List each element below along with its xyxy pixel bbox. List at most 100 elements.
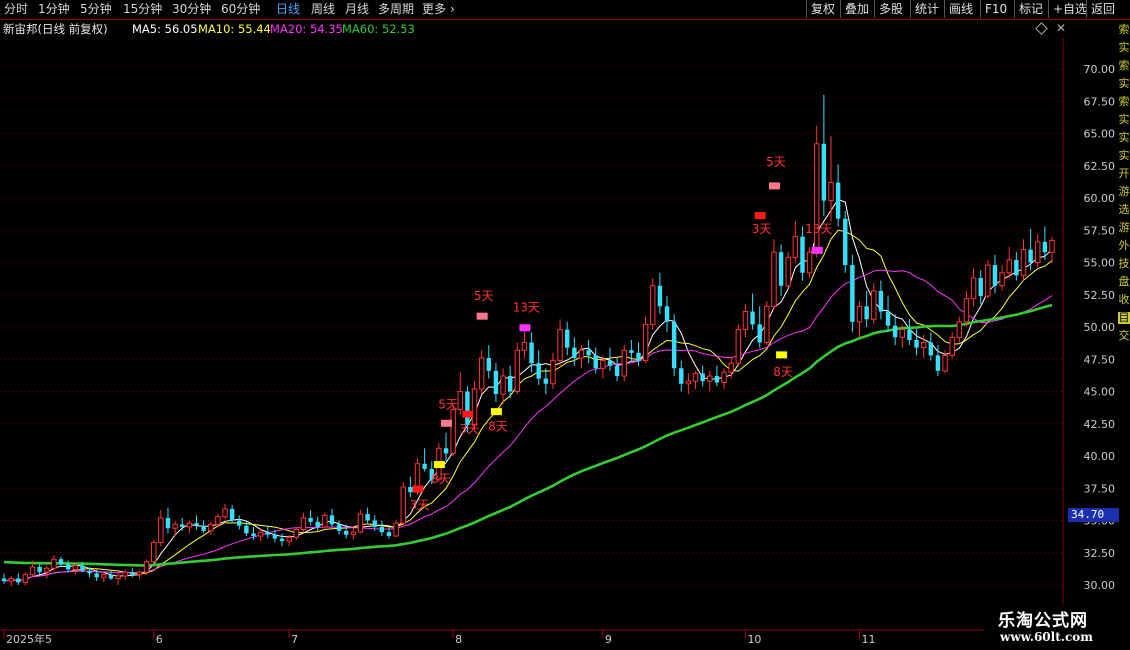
x-tick-label: 6 <box>156 633 163 646</box>
candle-body <box>350 531 357 536</box>
candle-body <box>237 520 242 526</box>
candle-body <box>928 342 934 356</box>
chevron-right-icon[interactable]: › <box>450 1 455 17</box>
period-tab-60min[interactable]: 60分钟 <box>221 1 260 17</box>
candle-body <box>835 182 841 219</box>
candle-body <box>1049 240 1055 253</box>
ma20-label: MA20: 54.35 <box>270 22 343 36</box>
candle-body <box>172 523 178 529</box>
restore-rights-button[interactable]: 复权 <box>806 0 839 18</box>
candle-body <box>500 375 506 395</box>
right-strip-char: 选 <box>1118 203 1130 216</box>
period-tab-15min[interactable]: 15分钟 <box>123 1 162 17</box>
candle-body <box>600 360 606 369</box>
candle-body <box>871 290 877 320</box>
f10-button[interactable]: F10 <box>980 0 1011 18</box>
candle-body <box>557 329 563 362</box>
candle-body <box>978 277 983 297</box>
signal-marker <box>441 419 453 427</box>
candle-body <box>914 339 919 348</box>
signal-marker <box>776 351 788 359</box>
candle-body <box>16 578 21 583</box>
candle-body <box>714 376 720 383</box>
candle-body <box>257 531 264 537</box>
right-strip-char: 索 <box>1118 59 1130 72</box>
back-button[interactable]: 返回 <box>1086 0 1119 18</box>
y-tick-label: 52.50 <box>1084 289 1116 302</box>
signal-label: 13天 <box>513 301 540 315</box>
y-tick-label: 47.50 <box>1084 353 1116 366</box>
candle-body <box>51 558 57 569</box>
period-toolbar: 分时 1分钟 5分钟 15分钟 30分钟 60分钟 日线 周线 月线 多周期 更… <box>0 0 1130 20</box>
candle-body <box>850 265 855 322</box>
candle-body <box>94 573 99 578</box>
candle-body <box>450 409 456 454</box>
candle-body <box>272 534 278 539</box>
multi-stock-button[interactable]: 多股 <box>874 0 907 18</box>
candle-body <box>315 521 320 527</box>
candle-body <box>800 236 805 273</box>
right-info-strip: 索实索实索实实实开游选游外技盘收目交 <box>1118 20 1130 620</box>
diamond-icon[interactable] <box>1035 22 1048 35</box>
candle-body <box>821 143 827 201</box>
candle-body <box>956 321 963 338</box>
period-tab-timeshare[interactable]: 分时 <box>4 1 28 17</box>
period-tab-1min[interactable]: 1分钟 <box>38 1 70 17</box>
candle-body <box>907 329 912 340</box>
signal-label: 8天 <box>431 472 451 486</box>
period-tab-daily[interactable]: 日线 <box>276 1 300 17</box>
right-strip-char: 实 <box>1118 41 1130 54</box>
period-tab-more[interactable]: 更多 <box>422 1 446 17</box>
period-tab-30min[interactable]: 30分钟 <box>172 1 211 17</box>
candle-body <box>201 525 206 531</box>
candle-body <box>322 514 328 528</box>
add-watchlist-button[interactable]: +自选 <box>1048 0 1091 18</box>
candle-body <box>386 532 392 536</box>
period-tab-5min[interactable]: 5分钟 <box>80 1 112 17</box>
candle-body <box>1 578 7 582</box>
statistics-button[interactable]: 统计 <box>910 0 943 18</box>
candle-body <box>536 363 541 379</box>
candle-body <box>293 529 300 538</box>
y-tick-label: 65.00 <box>1084 128 1116 141</box>
candle-body <box>37 566 42 573</box>
candle-body <box>422 463 427 469</box>
y-tick-label: 45.00 <box>1084 386 1116 399</box>
period-tab-monthly[interactable]: 月线 <box>345 1 369 17</box>
x-tick-label: 10 <box>747 633 761 646</box>
candle-body <box>493 370 499 395</box>
candle-body <box>942 354 948 372</box>
candle-body <box>963 298 970 323</box>
candle-body <box>578 349 585 359</box>
candle-body <box>336 524 342 531</box>
candle-body <box>685 380 692 385</box>
candle-body <box>721 371 727 383</box>
candle-body <box>308 517 313 522</box>
candle-body <box>408 486 413 493</box>
candle-body <box>251 533 256 536</box>
right-strip-char: 交 <box>1118 329 1130 342</box>
signal-marker <box>412 485 424 493</box>
signal-label: 3天 <box>460 422 480 436</box>
candle-body <box>130 572 135 575</box>
candle-body <box>486 357 491 371</box>
overlay-button[interactable]: 叠加 <box>840 0 873 18</box>
right-strip-char: 实 <box>1118 131 1130 144</box>
candlestick-chart[interactable]: 70.00 67.50 65.00 62.50 60.00 57.50 55.00 52.50… <box>0 38 1118 650</box>
candle-body <box>1035 241 1041 263</box>
period-tab-weekly[interactable]: 周线 <box>311 1 335 17</box>
candle-body <box>343 530 349 535</box>
candle-body <box>607 360 613 366</box>
draw-line-button[interactable]: 画线 <box>944 0 977 18</box>
close-icon[interactable]: ✕ <box>1056 21 1066 35</box>
candle-body <box>920 341 927 349</box>
candle-body <box>700 373 705 382</box>
candle-body <box>550 360 556 385</box>
candle-body <box>992 265 998 286</box>
current-price-tag: 34.70 <box>1068 508 1119 522</box>
period-tab-multi[interactable]: 多周期 <box>378 1 414 17</box>
candle-body <box>529 342 534 364</box>
candle-body <box>1028 249 1033 263</box>
mark-button[interactable]: 标记 <box>1014 0 1047 18</box>
y-tick-label: 40.00 <box>1084 450 1116 463</box>
